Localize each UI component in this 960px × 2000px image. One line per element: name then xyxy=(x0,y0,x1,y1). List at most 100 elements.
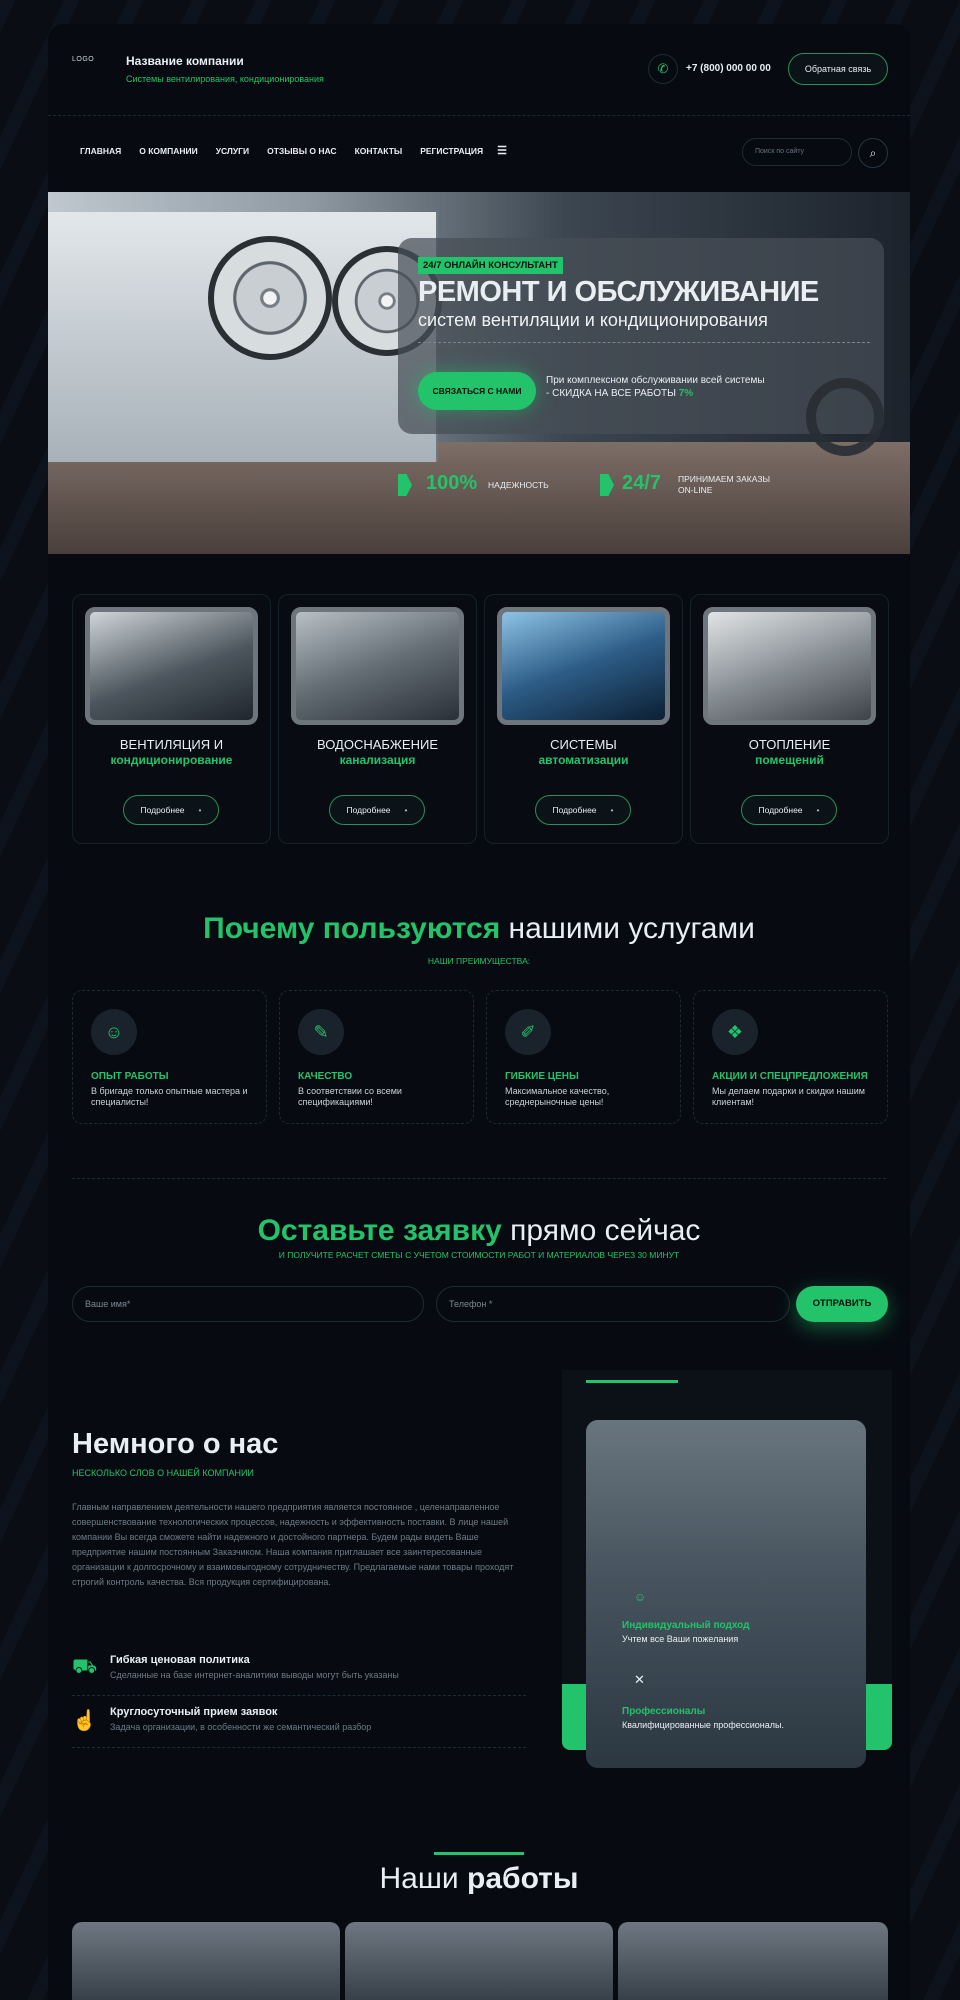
nav-item-registration[interactable]: РЕГИСТРАЦИЯ xyxy=(420,146,483,157)
advantage-card: ✐ ГИБКИЕ ЦЕНЫ Максимальное качество, сре… xyxy=(486,990,681,1124)
stat-reliability-label: НАДЕЖНОСТЬ xyxy=(488,480,549,490)
service-subtitle: канализация xyxy=(339,753,416,767)
about-card-text: Учтем все Ваши пожелания xyxy=(622,1634,739,1644)
work-image[interactable] xyxy=(345,1922,613,2000)
work-image[interactable] xyxy=(618,1922,888,2000)
gift-icon: ❖ xyxy=(712,1009,758,1055)
advantage-title: ГИБКИЕ ЦЕНЫ xyxy=(505,1071,579,1082)
advantage-title: ОПЫТ РАБОТЫ xyxy=(91,1071,169,1082)
service-subtitle: кондиционирование xyxy=(110,753,233,767)
search-icon[interactable]: ⌕ xyxy=(858,138,888,168)
form-title: Оставьте заявку прямо сейчас xyxy=(257,1214,701,1247)
menu-icon[interactable]: ☰ xyxy=(497,144,507,157)
accent-bar xyxy=(586,1380,678,1383)
nav-item-about[interactable]: О КОМПАНИИ xyxy=(139,146,197,157)
about-card-title: Профессионалы xyxy=(622,1706,706,1717)
nav-item-home[interactable]: ГЛАВНАЯ xyxy=(80,146,121,157)
site-header: LOGO Название компании Системы вентилиро… xyxy=(48,24,910,116)
about-subtitle: НЕСКОЛЬКО СЛОВ О НАШЕЙ КОМПАНИИ xyxy=(72,1468,254,1478)
service-card-ventilation[interactable]: ВЕНТИЛЯЦИЯ И кондиционирование Подробнее xyxy=(72,594,271,844)
phone-input[interactable]: Телефон * xyxy=(436,1286,790,1322)
nav-item-reviews[interactable]: ОТЗЫВЫ О НАС xyxy=(267,146,336,157)
why-subtitle: НАШИ ПРЕИМУЩЕСТВА: xyxy=(427,956,531,966)
service-subtitle: помещений xyxy=(755,753,824,767)
advantage-text: В бригаде только опытные мастера и специ… xyxy=(91,1086,248,1107)
hero-title: РЕМОНТ И ОБСЛУЖИВАНИЕ xyxy=(418,276,819,308)
section-divider xyxy=(72,1178,886,1179)
more-button[interactable]: Подробнее xyxy=(535,795,631,825)
page-container: LOGO Название компании Системы вентилиро… xyxy=(48,24,910,2000)
work-image[interactable] xyxy=(72,1922,340,2000)
about-text: Главным направлением деятельности нашего… xyxy=(72,1502,514,1587)
contact-us-button[interactable]: СВЯЗАТЬСЯ С НАМИ xyxy=(418,372,536,410)
automation-image xyxy=(497,607,670,725)
accent-bar xyxy=(434,1852,524,1855)
service-card-heating[interactable]: ОТОПЛЕНИЕ помещений Подробнее xyxy=(690,594,889,844)
service-subtitle: автоматизации xyxy=(538,753,629,767)
company-name: Название компании xyxy=(126,54,244,68)
advantage-card: ✎ КАЧЕСТВО В соответствии со всеми специ… xyxy=(279,990,474,1124)
name-input[interactable]: Ваше имя* xyxy=(72,1286,424,1322)
why-title: Почему пользуются нашими услугами xyxy=(203,912,755,945)
form-subtitle: И ПОЛУЧИТЕ РАСЧЕТ СМЕТЫ С УЧЕТОМ СТОИМОС… xyxy=(278,1250,680,1260)
experience-icon: ☺ xyxy=(91,1009,137,1055)
submit-button[interactable]: ОТПРАВИТЬ xyxy=(796,1286,888,1322)
company-subtitle: Системы вентилирования, кондиционировани… xyxy=(126,74,324,84)
orders-hand-icon: ☝ xyxy=(72,1710,97,1732)
search-input[interactable]: Поиск по сайту xyxy=(742,138,852,166)
advantage-title: КАЧЕСТВО xyxy=(298,1071,353,1082)
service-title: ВОДОСНАБЖЕНИЕ xyxy=(316,737,439,752)
service-title: ВЕНТИЛЯЦИЯ И xyxy=(119,737,224,752)
hero-badge: 24/7 ОНЛАЙН КОНСУЛЬТАНТ xyxy=(418,257,563,274)
advantage-text: В соответствии со всеми спецификациями! xyxy=(298,1086,402,1107)
feature-item: ⛟ Гибкая ценовая политика Сделанные на б… xyxy=(72,1648,526,1696)
feature-text: Сделанные на базе интернет-аналитики выв… xyxy=(110,1670,399,1680)
stat-reliability-value: 100% xyxy=(426,472,478,494)
phone-number[interactable]: +7 (800) 000 00 00 xyxy=(686,63,771,74)
discount-value: 7% xyxy=(678,388,694,399)
ducts-image xyxy=(85,607,258,725)
phone-icon[interactable]: ✆ xyxy=(648,54,678,84)
service-card-automation[interactable]: СИСТЕМЫ автоматизации Подробнее xyxy=(484,594,683,844)
feature-title: Круглосуточный прием заявок xyxy=(110,1706,278,1718)
advantage-card: ☺ ОПЫТ РАБОТЫ В бригаде только опытные м… xyxy=(72,990,267,1124)
person-icon: ☺ xyxy=(634,1590,647,1604)
price-icon: ✐ xyxy=(505,1009,551,1055)
about-card-title: Индивидуальный подход xyxy=(622,1620,750,1631)
advantage-title: АКЦИИ И СПЕЦПРЕДЛОЖЕНИЯ xyxy=(712,1071,868,1082)
tools-icon: ✕ xyxy=(634,1672,645,1687)
quality-icon: ✎ xyxy=(298,1009,344,1055)
hvac-unit-image xyxy=(48,212,442,462)
main-nav: ГЛАВНАЯ О КОМПАНИИ УСЛУГИ ОТЗЫВЫ О НАС К… xyxy=(80,144,507,157)
logo[interactable]: LOGO xyxy=(72,56,94,63)
about-card-text: Квалифицированные профессионалы. xyxy=(622,1720,784,1730)
advantage-text: Мы делаем подарки и скидки нашим клиента… xyxy=(712,1086,865,1107)
hero-banner: 24/7 ОНЛАЙН КОНСУЛЬТАНТ РЕМОНТ И ОБСЛУЖИ… xyxy=(48,192,910,554)
service-card-water[interactable]: ВОДОСНАБЖЕНИЕ канализация Подробнее xyxy=(278,594,477,844)
callback-button[interactable]: Обратная связь xyxy=(788,53,888,85)
advantage-card: ❖ АКЦИИ И СПЕЦПРЕДЛОЖЕНИЯ Мы делаем пода… xyxy=(693,990,888,1124)
stat-orders-label: ПРИНИМАЕМ ЗАКАЗЫ ON-LINE xyxy=(678,474,770,495)
fan-icon xyxy=(208,236,332,360)
price-policy-icon: ⛟ xyxy=(72,1656,98,1678)
about-image: ☺ Индивидуальный подход Учтем все Ваши п… xyxy=(586,1420,866,1768)
nav-item-contacts[interactable]: КОНТАКТЫ xyxy=(355,146,403,157)
service-title: ОТОПЛЕНИЕ xyxy=(748,737,831,752)
service-title: СИСТЕМЫ xyxy=(550,737,617,752)
feature-text: Задача организации, в особенности же сем… xyxy=(110,1722,372,1732)
about-title: Немного о нас xyxy=(72,1428,279,1460)
nav-item-services[interactable]: УСЛУГИ xyxy=(216,146,249,157)
discount-note: При комплексном обслуживании всей систем… xyxy=(546,375,765,399)
more-button[interactable]: Подробнее xyxy=(329,795,425,825)
pipes-image xyxy=(291,607,464,725)
hero-divider xyxy=(418,342,870,343)
more-button[interactable]: Подробнее xyxy=(123,795,219,825)
stat-orders-value: 24/7 xyxy=(622,472,661,494)
advantage-text: Максимальное качество, среднерыночные це… xyxy=(505,1086,610,1107)
feature-item: ☝ Круглосуточный прием заявок Задача орг… xyxy=(72,1700,526,1748)
feature-title: Гибкая ценовая политика xyxy=(110,1654,250,1666)
hero-subtitle: систем вентиляции и кондиционирования xyxy=(418,310,768,330)
heating-image xyxy=(703,607,876,725)
decor-ring xyxy=(806,378,884,456)
more-button[interactable]: Подробнее xyxy=(741,795,837,825)
